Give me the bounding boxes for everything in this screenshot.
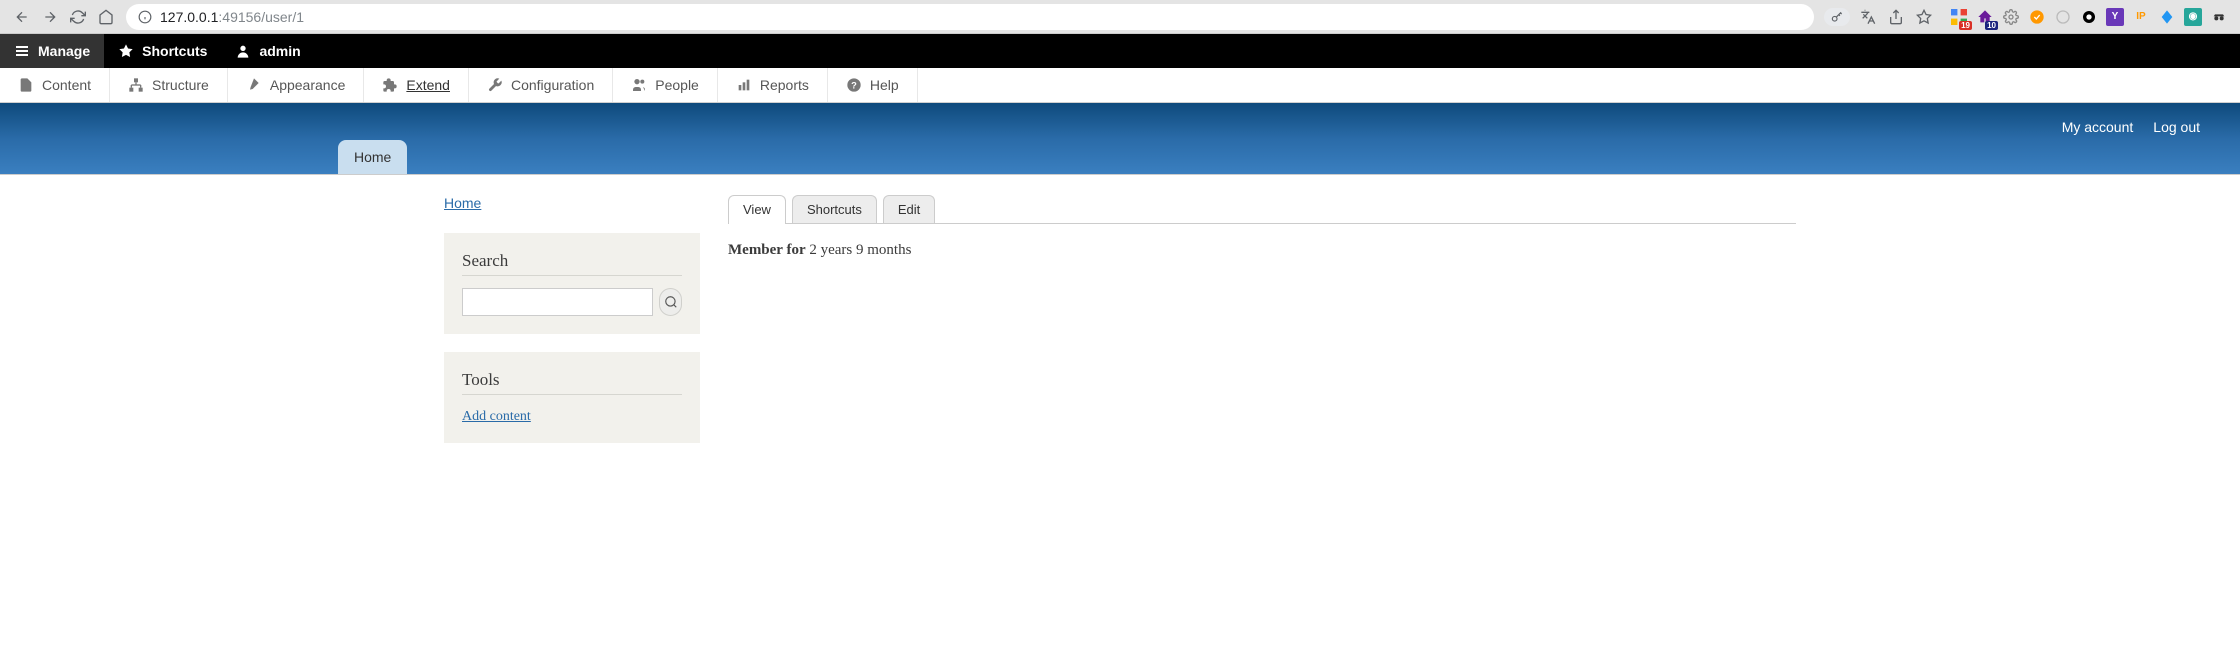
tabs: View Shortcuts Edit — [728, 195, 1796, 224]
admin-menu-content[interactable]: Content — [0, 68, 110, 102]
admin-top-toolbar: Manage Shortcuts admin — [0, 34, 2240, 68]
extension-ip-icon[interactable]: IP — [2132, 8, 2150, 26]
shortcuts-menu-button[interactable]: Shortcuts — [104, 34, 221, 68]
browser-reload-button[interactable] — [64, 3, 92, 31]
browser-back-button[interactable] — [8, 3, 36, 31]
member-for-label: Member for — [728, 242, 806, 258]
log-out-link[interactable]: Log out — [2153, 119, 2200, 135]
people-icon — [631, 77, 647, 93]
extension-y-icon[interactable]: Y — [2106, 8, 2124, 26]
search-heading: Search — [462, 251, 682, 276]
help-icon: ? — [846, 77, 862, 93]
browser-chrome: 127.0.0.1:49156/user/1 19 10 — [0, 0, 2240, 34]
main-content: View Shortcuts Edit Member for 2 years 9… — [728, 195, 1796, 461]
wrench-icon — [487, 77, 503, 93]
extension-orange-icon[interactable] — [2028, 8, 2046, 26]
user-menu-button[interactable]: admin — [221, 34, 314, 68]
svg-text:?: ? — [851, 80, 857, 90]
admin-menu-people[interactable]: People — [613, 68, 718, 102]
document-icon — [18, 77, 34, 93]
manage-label: Manage — [38, 43, 90, 59]
paintbrush-icon — [246, 77, 262, 93]
my-account-link[interactable]: My account — [2062, 119, 2134, 135]
password-key-icon[interactable] — [1824, 8, 1850, 26]
browser-home-button[interactable] — [92, 3, 120, 31]
extension-icons: 19 10 Y IP ◉ — [1946, 8, 2232, 26]
search-input[interactable] — [462, 288, 653, 316]
hamburger-icon — [14, 43, 30, 59]
star-icon — [118, 43, 134, 59]
manage-menu-button[interactable]: Manage — [0, 34, 104, 68]
primary-nav-home[interactable]: Home — [338, 140, 407, 174]
tools-block: Tools Add content — [444, 352, 700, 443]
browser-toolbar-icons — [1820, 7, 1938, 27]
extension-gray-icon[interactable] — [2054, 8, 2072, 26]
tab-view[interactable]: View — [728, 195, 786, 224]
extension-incognito-icon[interactable] — [2210, 8, 2228, 26]
puzzle-icon — [382, 77, 398, 93]
extension-blue-v-icon[interactable] — [2158, 8, 2176, 26]
url-bar[interactable]: 127.0.0.1:49156/user/1 — [126, 4, 1814, 30]
bookmark-star-icon[interactable] — [1914, 7, 1934, 27]
search-icon — [664, 295, 678, 309]
shortcuts-label: Shortcuts — [142, 43, 207, 59]
site-header: My account Log out Home — [0, 103, 2240, 175]
user-icon — [235, 43, 251, 59]
breadcrumb-home[interactable]: Home — [444, 195, 481, 211]
tab-shortcuts[interactable]: Shortcuts — [792, 195, 877, 223]
admin-menu-appearance[interactable]: Appearance — [228, 68, 365, 102]
translate-icon[interactable] — [1858, 7, 1878, 27]
user-label: admin — [259, 43, 300, 59]
admin-menu-extend[interactable]: Extend — [364, 68, 469, 102]
browser-forward-button[interactable] — [36, 3, 64, 31]
add-content-link[interactable]: Add content — [462, 409, 531, 424]
sitemap-icon — [128, 77, 144, 93]
admin-menu-configuration[interactable]: Configuration — [469, 68, 613, 102]
share-icon[interactable] — [1886, 7, 1906, 27]
breadcrumb: Home — [444, 195, 700, 211]
sidebar: Home Search Tools Add content — [444, 195, 700, 461]
admin-menu-structure[interactable]: Structure — [110, 68, 228, 102]
member-for-line: Member for 2 years 9 months — [728, 242, 1796, 259]
bar-chart-icon — [736, 77, 752, 93]
tab-edit[interactable]: Edit — [883, 195, 935, 223]
extension-badge-purple[interactable]: 10 — [1976, 8, 1994, 26]
search-block: Search — [444, 233, 700, 334]
search-button[interactable] — [659, 288, 682, 316]
content-wrap: Home Search Tools Add content View Short… — [400, 175, 1840, 461]
admin-menu: Content Structure Appearance Extend Conf… — [0, 68, 2240, 103]
member-for-value: 2 years 9 months — [809, 242, 911, 258]
site-info-icon[interactable] — [138, 10, 152, 24]
admin-menu-help[interactable]: ? Help — [828, 68, 918, 102]
user-links: My account Log out — [2062, 119, 2200, 135]
extension-teal-icon[interactable]: ◉ — [2184, 8, 2202, 26]
extension-badge-red[interactable]: 19 — [1950, 8, 1968, 26]
tools-heading: Tools — [462, 370, 682, 395]
extension-gear-icon[interactable] — [2002, 8, 2020, 26]
admin-menu-reports[interactable]: Reports — [718, 68, 828, 102]
url-text: 127.0.0.1:49156/user/1 — [160, 9, 304, 25]
extension-circle-icon[interactable] — [2080, 8, 2098, 26]
